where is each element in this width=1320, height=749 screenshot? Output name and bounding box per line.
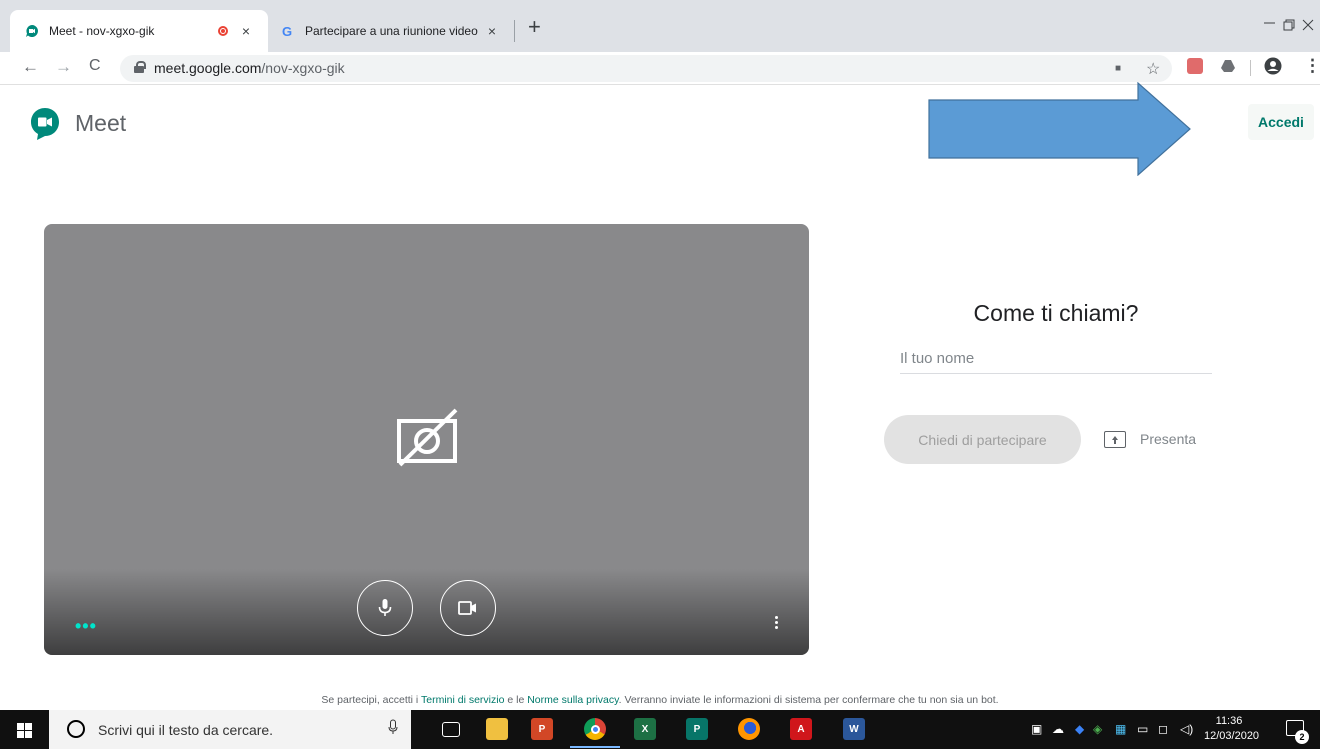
wifi-tray-icon[interactable]: ◻ — [1158, 722, 1168, 736]
microphone-icon — [378, 599, 392, 616]
microphone-toggle-button[interactable] — [357, 580, 413, 636]
url-path: /nov-xgxo-gik — [261, 60, 345, 76]
lock-icon — [134, 61, 146, 73]
excel-icon[interactable]: X — [634, 718, 656, 740]
new-tab-button[interactable]: + — [528, 16, 541, 38]
tab-divider — [514, 20, 515, 42]
video-preview: ••• — [44, 224, 809, 655]
url-text: meet.google.com/nov-xgxo-gik — [154, 60, 345, 76]
ask-to-join-button[interactable]: Chiedi di partecipare — [884, 415, 1081, 464]
powerpoint-icon[interactable]: P — [531, 718, 553, 740]
tab-title: Meet - nov-xgxo-gik — [49, 24, 155, 38]
tab-strip: Meet - nov-xgxo-gik × G Partecipare a un… — [0, 0, 1320, 52]
taskbar-clock[interactable]: 11:36 12/03/2020 — [1204, 714, 1260, 744]
camera-off-icon — [397, 408, 458, 467]
sign-in-button[interactable]: Accedi — [1248, 104, 1314, 140]
acrobat-icon[interactable]: A — [790, 718, 812, 740]
present-button[interactable]: Presenta — [1104, 427, 1196, 451]
preview-shade — [44, 569, 809, 655]
bookmark-star-icon[interactable]: ☆ — [1146, 59, 1160, 79]
profile-avatar-icon[interactable] — [1264, 57, 1282, 75]
close-window-button[interactable] — [1302, 18, 1314, 34]
footer-suffix: . Verranno inviate le informazioni di si… — [618, 694, 999, 706]
meet-brand-title: Meet — [75, 110, 127, 136]
footer-and: e le — [504, 694, 528, 706]
privacy-link[interactable]: Norme sulla privacy — [527, 694, 618, 706]
app-tray-icon[interactable]: ▦ — [1115, 722, 1126, 736]
forward-button[interactable]: → — [55, 57, 72, 77]
preview-menu-icon[interactable] — [775, 616, 779, 631]
network-tray-icon[interactable]: ▣ — [1031, 722, 1042, 736]
browser-menu-icon[interactable]: ⋮ — [1304, 56, 1320, 76]
taskbar-search[interactable]: Scrivi qui il testo da cercare. — [49, 710, 411, 749]
restore-button[interactable] — [1283, 18, 1295, 34]
security-tray-icon[interactable]: ◈ — [1093, 722, 1102, 736]
camera-toggle-button[interactable] — [440, 580, 496, 636]
google-icon: G — [280, 23, 296, 39]
annotation-arrow — [928, 82, 1191, 176]
task-view-icon[interactable] — [442, 722, 460, 737]
meet-icon — [24, 23, 40, 39]
clock-time: 11:36 — [1215, 715, 1243, 727]
back-button[interactable]: ← — [22, 57, 39, 77]
tab-partecipare[interactable]: G Partecipare a una riunione video × — [268, 10, 514, 52]
meet-logo-icon — [30, 107, 60, 141]
svg-text:G: G — [282, 24, 292, 38]
firefox-icon[interactable] — [738, 718, 760, 740]
volume-tray-icon[interactable]: ◁) — [1180, 722, 1193, 736]
present-screen-icon — [1104, 430, 1126, 448]
cortana-icon[interactable] — [67, 720, 85, 738]
search-placeholder: Scrivi qui il testo da cercare. — [98, 722, 274, 738]
voice-search-icon[interactable] — [388, 719, 398, 739]
toolbar-separator — [1250, 60, 1251, 76]
minimize-button[interactable] — [1264, 17, 1276, 31]
terms-footer: Se partecipi, accetti i Termini di servi… — [0, 694, 1320, 706]
terms-link[interactable]: Termini di servizio — [421, 694, 504, 706]
more-options-dots[interactable]: ••• — [75, 616, 97, 637]
publisher-icon[interactable]: P — [686, 718, 708, 740]
url-domain: meet.google.com — [154, 60, 262, 76]
present-label: Presenta — [1140, 431, 1197, 447]
name-input[interactable] — [900, 344, 1212, 374]
footer-prefix: Se partecipi, accetti i — [321, 694, 421, 706]
word-icon[interactable]: W — [843, 718, 865, 740]
windows-start-icon[interactable] — [17, 723, 32, 738]
browser-toolbar: ← → C meet.google.com/nov-xgxo-gik ■ ☆ — [0, 52, 1320, 84]
video-camera-icon — [458, 601, 476, 615]
tab-title: Partecipare a una riunione video — [305, 24, 478, 38]
file-explorer-icon[interactable] — [486, 718, 508, 740]
address-bar[interactable]: meet.google.com/nov-xgxo-gik ■ ☆ — [120, 55, 1172, 82]
join-title: Come ti chiami? — [973, 300, 1139, 326]
recording-icon — [218, 26, 228, 36]
close-tab-icon[interactable]: × — [484, 23, 500, 39]
acrobat-extension-icon[interactable] — [1187, 58, 1203, 74]
bluetooth-tray-icon[interactable]: ◆ — [1075, 722, 1084, 736]
camera-indicator-icon[interactable]: ■ — [1115, 63, 1121, 74]
reload-button[interactable]: C — [89, 57, 101, 75]
onedrive-tray-icon[interactable]: ☁ — [1052, 722, 1064, 736]
battery-tray-icon[interactable]: ▭ — [1137, 722, 1148, 736]
windows-taskbar: Scrivi qui il testo da cercare. P X P A … — [0, 710, 1320, 749]
chrome-icon[interactable] — [570, 718, 620, 748]
drive-extension-icon[interactable] — [1220, 58, 1236, 74]
notification-count-badge: 2 — [1295, 730, 1309, 744]
tab-meet[interactable]: Meet - nov-xgxo-gik × — [10, 10, 268, 52]
clock-date: 12/03/2020 — [1204, 730, 1260, 742]
close-tab-icon[interactable]: × — [238, 23, 254, 39]
